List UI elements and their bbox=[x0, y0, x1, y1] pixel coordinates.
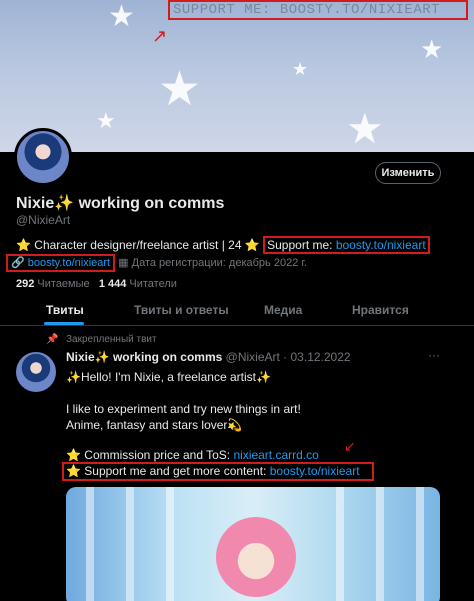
profile-link-highlight: 🔗 boosty.to/nixieart bbox=[6, 254, 116, 272]
profile-meta: 🔗 boosty.to/nixieart ▦ Дата регистрации:… bbox=[6, 254, 307, 272]
arrow-annotation-icon: ↙ bbox=[344, 438, 356, 454]
following-count: 292 bbox=[16, 278, 35, 290]
profile-handle: @NixieArt bbox=[16, 213, 71, 227]
profile-banner[interactable]: ★ ★ ★ ★ ★ ★ SUPPORT ME: BOOSTY.TO/NIXIEA… bbox=[0, 0, 474, 152]
star-decoration-icon: ★ bbox=[420, 34, 444, 64]
pin-icon: 📌 bbox=[46, 334, 59, 345]
media-decoration bbox=[376, 487, 384, 601]
tab-media[interactable]: Медиа bbox=[264, 303, 302, 317]
support-link[interactable]: boosty.to/nixieart bbox=[270, 464, 360, 478]
bio-text: ⭐ Character designer/freelance artist | … bbox=[16, 238, 260, 252]
star-decoration-icon: ★ bbox=[96, 108, 116, 133]
pinned-label: Закрепленный твит bbox=[66, 334, 157, 345]
tab-tweets-replies[interactable]: Твиты и ответы bbox=[134, 303, 229, 317]
tweet-support-line: ⭐ Support me and get more content: boost… bbox=[66, 464, 360, 478]
star-decoration-icon: ★ bbox=[108, 0, 135, 33]
more-options-icon[interactable]: ··· bbox=[428, 348, 440, 362]
profile-bio: ⭐ Character designer/freelance artist | … bbox=[16, 236, 430, 254]
tweet-text-line: I like to experiment and try new things … bbox=[66, 402, 301, 416]
tweet-media-image[interactable] bbox=[66, 487, 440, 601]
tweet-text-line: Anime, fantasy and stars lover💫 bbox=[66, 418, 243, 432]
profile-website-link[interactable]: boosty.to/nixieart bbox=[28, 257, 110, 269]
profile-avatar[interactable] bbox=[14, 128, 72, 186]
support-text: ⭐ Support me and get more content: bbox=[66, 464, 270, 478]
star-decoration-icon: ★ bbox=[158, 63, 202, 116]
follow-stats: 292 Читаемые 1 444 Читатели bbox=[16, 278, 177, 290]
profile-joined-date: Дата регистрации: декабрь 2022 г. bbox=[131, 257, 308, 269]
active-tab-indicator bbox=[44, 322, 84, 325]
calendar-icon: ▦ bbox=[118, 257, 129, 269]
commission-link[interactable]: nixieart.carrd.co bbox=[233, 448, 318, 462]
profile-name: Nixie✨ working on comms bbox=[16, 195, 225, 212]
tab-likes[interactable]: Нравится bbox=[352, 303, 409, 317]
edit-profile-button[interactable]: Изменить bbox=[375, 162, 441, 184]
tweet-author-name[interactable]: Nixie✨ working on comms bbox=[66, 350, 222, 364]
media-decoration bbox=[416, 487, 424, 601]
star-decoration-icon: ★ bbox=[292, 59, 309, 79]
commission-text: ⭐ Commission price and ToS: bbox=[66, 448, 234, 462]
banner-promo-text: SUPPORT ME: BOOSTY.TO/NIXIEART bbox=[168, 0, 468, 20]
followers-count: 1 444 bbox=[98, 278, 127, 290]
profile-tabs: Твиты Твиты и ответы Медиа Нравится bbox=[0, 298, 474, 326]
media-decoration bbox=[336, 487, 344, 601]
link-icon: 🔗 bbox=[11, 257, 25, 269]
tweet-header: Nixie✨ working on comms @NixieArt · 03.1… bbox=[66, 350, 351, 364]
tweet-avatar[interactable] bbox=[16, 352, 56, 392]
tweet-commission-line: ⭐ Commission price and ToS: nixieart.car… bbox=[66, 448, 319, 462]
arrow-annotation-icon: ↗ bbox=[152, 26, 168, 46]
followers-label: Читатели bbox=[129, 278, 177, 290]
tab-tweets[interactable]: Твиты bbox=[46, 303, 84, 317]
followers-link[interactable]: 1 444 Читатели bbox=[99, 278, 177, 290]
media-decoration bbox=[126, 487, 134, 601]
media-decoration bbox=[166, 487, 174, 601]
tweet-text-line: ✨Hello! I'm Nixie, a freelance artist✨ bbox=[66, 370, 271, 384]
following-label: Читаемые bbox=[37, 278, 90, 290]
bio-support-link[interactable]: boosty.to/nixieart bbox=[336, 238, 426, 252]
tweet-handle-date[interactable]: @NixieArt · 03.12.2022 bbox=[226, 350, 351, 364]
following-link[interactable]: 292 Читаемые bbox=[16, 278, 90, 290]
media-decoration bbox=[86, 487, 94, 601]
bio-support-highlight: Support me: boosty.to/nixieart bbox=[263, 236, 430, 254]
star-decoration-icon: ★ bbox=[346, 105, 384, 152]
artwork-character bbox=[216, 517, 296, 597]
bio-support-label: Support me: bbox=[267, 238, 336, 252]
